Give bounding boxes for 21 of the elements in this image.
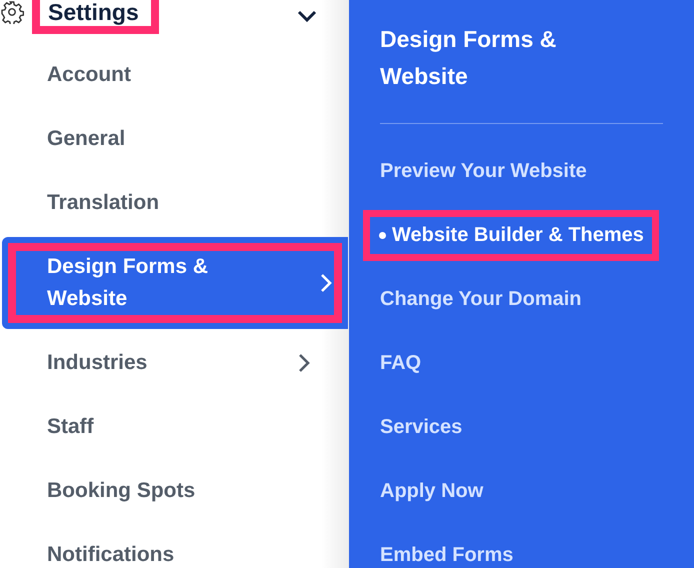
menu-item[interactable]: Notifications [47, 523, 322, 568]
chevron-right-icon [298, 353, 310, 373]
submenu-item[interactable]: Preview Your Website [380, 160, 587, 182]
menu-item[interactable]: General [47, 107, 322, 171]
menu-item[interactable]: Translation [47, 171, 322, 235]
menu-item[interactable]: Industries [47, 331, 322, 395]
menu-item[interactable]: Staff [47, 395, 322, 459]
chevron-right-icon [320, 273, 332, 293]
submenu-item[interactable]: Website Builder & Themes [363, 210, 659, 260]
submenu-title: Design Forms & Website [380, 25, 558, 91]
menu-item[interactable]: Booking Spots [47, 459, 322, 523]
menu-item[interactable]: Design Forms & Website [2, 237, 348, 329]
submenu-item[interactable]: Embed Forms [380, 544, 514, 566]
settings-heading[interactable]: Settings [32, 0, 159, 34]
submenu-item[interactable]: FAQ [380, 352, 422, 374]
settings-icon [0, 0, 24, 24]
submenu-item[interactable]: Change Your Domain [380, 288, 582, 310]
menu-item[interactable]: Account [47, 43, 322, 107]
submenu-item[interactable]: Services [380, 416, 462, 438]
submenu-item[interactable]: Apply Now [380, 480, 484, 502]
chevron-down-icon[interactable] [296, 9, 318, 23]
